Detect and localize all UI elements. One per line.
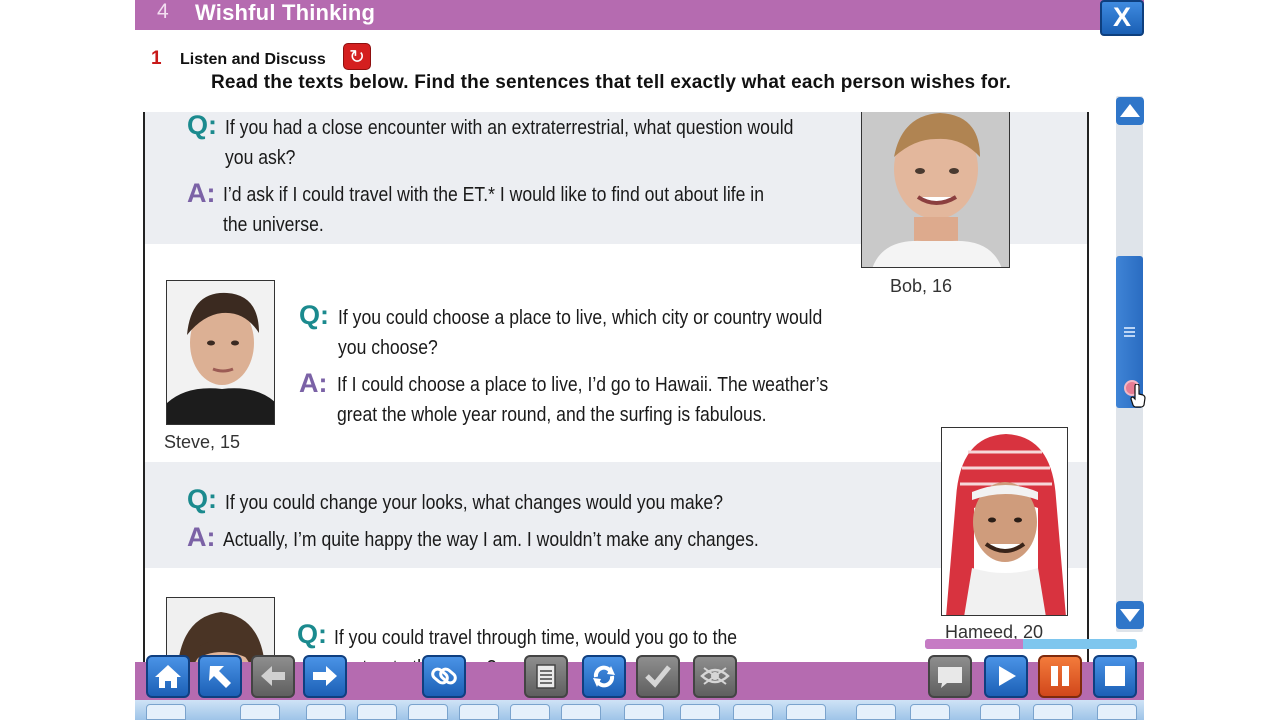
steve-photo (166, 280, 275, 425)
triangle-up-icon (1120, 104, 1140, 117)
grip-line (1124, 327, 1135, 329)
grip-line (1124, 331, 1135, 333)
refresh-icon (593, 665, 615, 688)
question-marker: Q: (299, 300, 329, 330)
tray-tool-icon[interactable] (733, 704, 773, 720)
scrollbar-thumb[interactable] (1116, 256, 1146, 408)
tray-tool-icon[interactable] (146, 704, 186, 720)
bob-question-line1: If you had a close encounter with an ext… (225, 117, 794, 139)
next-button[interactable] (303, 655, 347, 698)
unit-number: 4 (157, 0, 169, 23)
answer-marker: A: (187, 178, 216, 208)
link-button[interactable] (422, 655, 466, 698)
triangle-down-icon (1120, 609, 1140, 622)
bob-answer-line1: I’d ask if I could travel with the ET.* … (223, 184, 764, 206)
close-button[interactable]: X (1100, 0, 1144, 36)
question-marker: Q: (187, 112, 217, 140)
speech-bubble-icon (938, 667, 962, 688)
transcript-button[interactable] (524, 655, 568, 698)
scroll-down-button[interactable] (1116, 601, 1144, 629)
reset-button[interactable] (582, 655, 626, 698)
question-marker: Q: (297, 619, 327, 649)
arrow-right-icon (313, 666, 337, 686)
tray-tool-icon[interactable] (459, 704, 499, 720)
audio-progress[interactable] (925, 639, 1137, 649)
bob-caption: Bob, 16 (890, 276, 953, 296)
replay-audio-button[interactable]: ↻ (343, 43, 371, 70)
previous-button[interactable] (251, 655, 295, 698)
tray-tool-icon[interactable] (980, 704, 1020, 720)
tray-tool-icon[interactable] (357, 704, 397, 720)
tray-tool-icon[interactable] (1097, 704, 1137, 720)
tray-tool-icon[interactable] (786, 704, 826, 720)
tray-tool-icon[interactable] (306, 704, 346, 720)
audio-progress-fill (925, 639, 1023, 649)
eye-icon (700, 667, 730, 685)
tray-tool-icon[interactable] (1033, 704, 1073, 720)
checkmark-icon (645, 665, 671, 688)
steve-answer-line2: great the whole year round, and the surf… (337, 404, 767, 426)
tray-tool-icon[interactable] (408, 704, 448, 720)
tray-tool-icon[interactable] (680, 704, 720, 720)
question-marker: Q: (187, 484, 217, 514)
section-title: Listen and Discuss (180, 51, 326, 68)
fourth-question-line1: If you could travel through time, would … (334, 627, 738, 649)
section-number: 1 (151, 48, 162, 69)
hameed-photo (941, 427, 1068, 616)
steve-question-line2: you choose? (338, 337, 438, 359)
unit-title: Wishful Thinking (195, 0, 376, 25)
play-icon (999, 666, 1016, 686)
show-answers-button[interactable] (693, 655, 737, 698)
scroll-up-button[interactable] (1116, 97, 1144, 125)
speech-button[interactable] (928, 655, 972, 698)
document-icon (536, 664, 556, 689)
instruction-text: Read the texts below. Find the sentences… (211, 72, 1012, 93)
hand-cursor-icon (1130, 384, 1146, 408)
replay-icon: ↻ (349, 47, 365, 68)
tray-tool-icon[interactable] (561, 704, 601, 720)
steve-answer-line1: If I could choose a place to live, I’d g… (337, 374, 829, 396)
grip-line (1124, 335, 1135, 337)
reading-panel: Q: If you had a close encounter with an … (143, 112, 1089, 667)
back-to-menu-button[interactable] (198, 655, 242, 698)
arrow-up-left-icon (209, 666, 231, 688)
home-button[interactable] (146, 655, 190, 698)
tray-tool-icon[interactable] (240, 704, 280, 720)
answer-marker: A: (299, 368, 328, 398)
home-icon (155, 665, 181, 688)
tray-tool-icon[interactable] (856, 704, 896, 720)
bob-question-line2: you ask? (225, 147, 296, 169)
pause-button[interactable] (1038, 655, 1082, 698)
answer-marker: A: (187, 522, 216, 552)
link-icon (431, 667, 457, 685)
tray-tool-icon[interactable] (624, 704, 664, 720)
check-answers-button[interactable] (636, 655, 680, 698)
bob-photo (861, 112, 1010, 268)
stop-icon (1105, 666, 1125, 686)
unit-header: 4 Wishful Thinking (135, 0, 1144, 30)
steve-question-line1: If you could choose a place to live, whi… (338, 307, 823, 329)
play-button[interactable] (984, 655, 1028, 698)
tray-tool-icon[interactable] (510, 704, 550, 720)
arrow-left-icon (261, 666, 285, 686)
hameed-question-line1: If you could change your looks, what cha… (225, 492, 723, 514)
pause-icon (1051, 666, 1069, 686)
steve-caption: Steve, 15 (164, 432, 241, 452)
hameed-answer-line1: Actually, I’m quite happy the way I am. … (223, 529, 759, 551)
tray-tool-icon[interactable] (910, 704, 950, 720)
stop-button[interactable] (1093, 655, 1137, 698)
bob-answer-line2: the universe. (223, 214, 324, 236)
